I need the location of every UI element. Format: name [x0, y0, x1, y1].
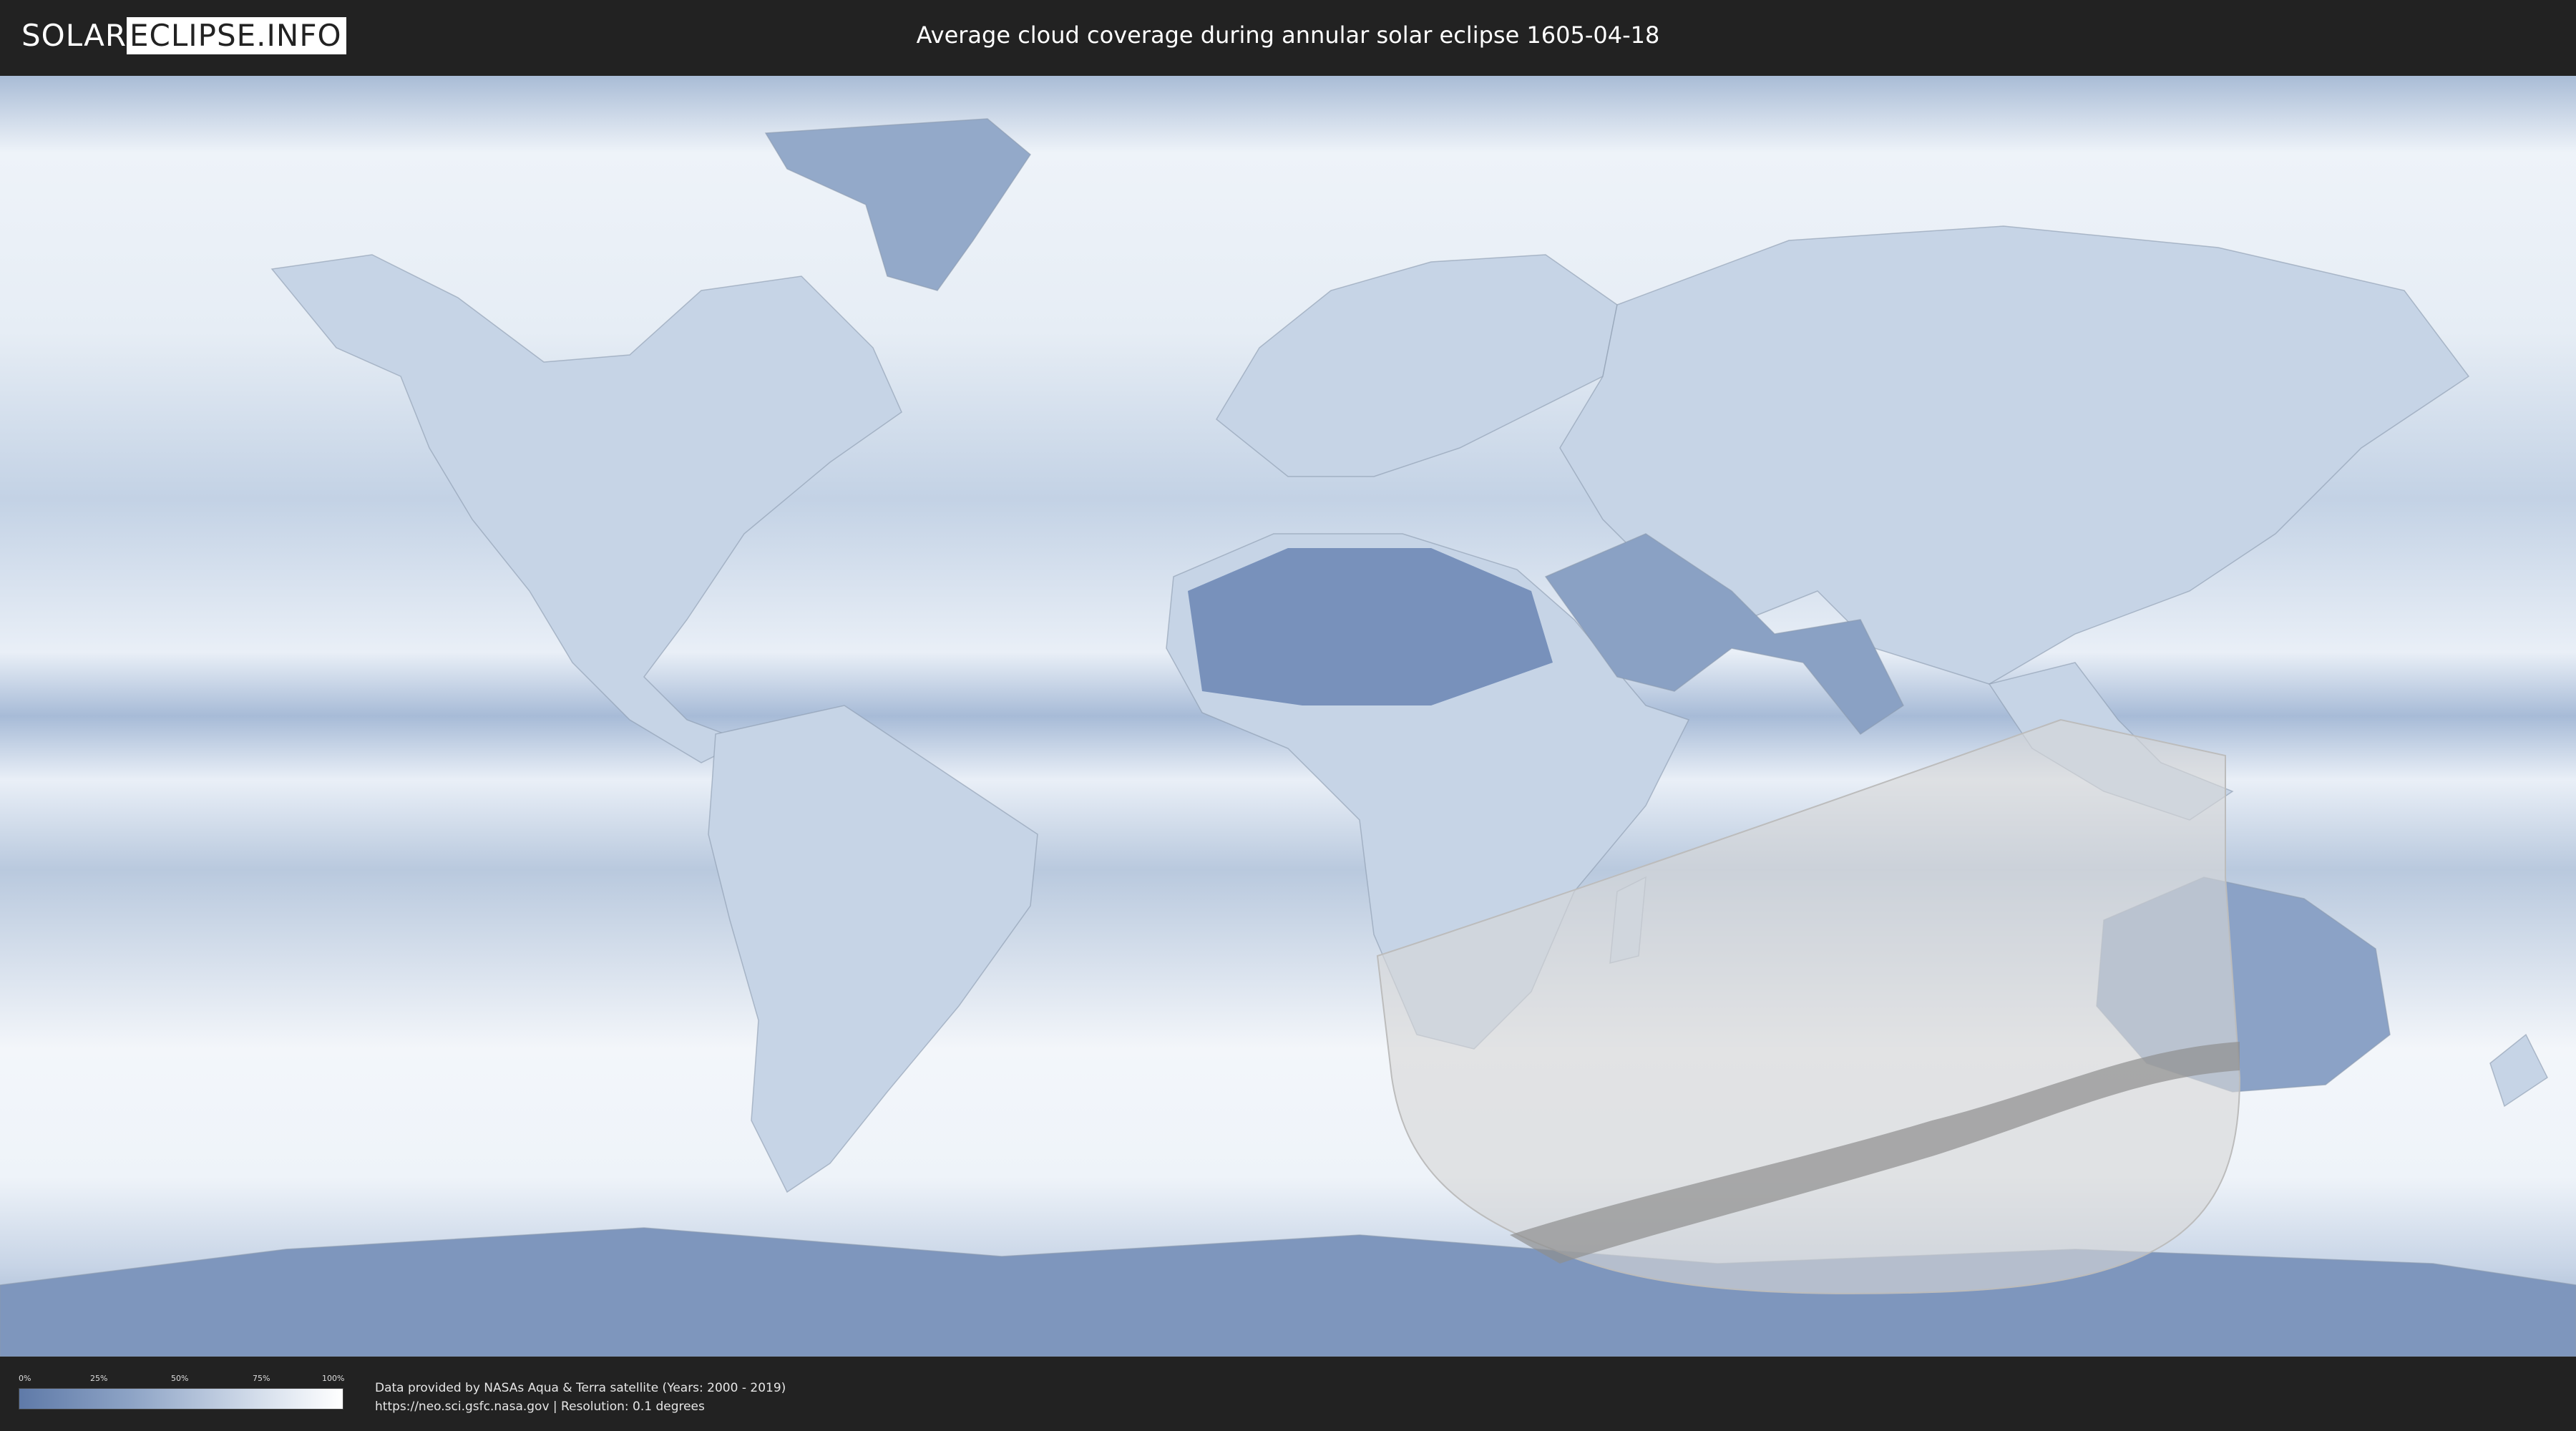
legend-ticks: 0% 25% 50% 75% 100%	[19, 1374, 345, 1388]
credit-line-url[interactable]: https://neo.sci.gsfc.nasa.gov | Resoluti…	[375, 1397, 786, 1416]
legend-tick-50: 50%	[171, 1374, 189, 1383]
world-map-svg	[0, 76, 2576, 1357]
legend-tick-0: 0%	[19, 1374, 31, 1383]
legend-color-bar	[19, 1388, 343, 1410]
legend-tick-100: 100%	[322, 1374, 345, 1383]
cloud-coverage-legend: 0% 25% 50% 75% 100%	[19, 1374, 345, 1410]
legend-tick-75: 75%	[253, 1374, 270, 1383]
cloud-coverage-map[interactable]	[0, 76, 2576, 1357]
legend-tick-25: 25%	[90, 1374, 108, 1383]
data-credits: Data provided by NASAs Aqua & Terra sate…	[375, 1379, 786, 1416]
header-bar: SOLAR ECLIPSE.INFO Average cloud coverag…	[0, 0, 2576, 72]
credit-line-source: Data provided by NASAs Aqua & Terra sate…	[375, 1381, 786, 1395]
page-title: Average cloud coverage during annular so…	[916, 21, 1660, 49]
